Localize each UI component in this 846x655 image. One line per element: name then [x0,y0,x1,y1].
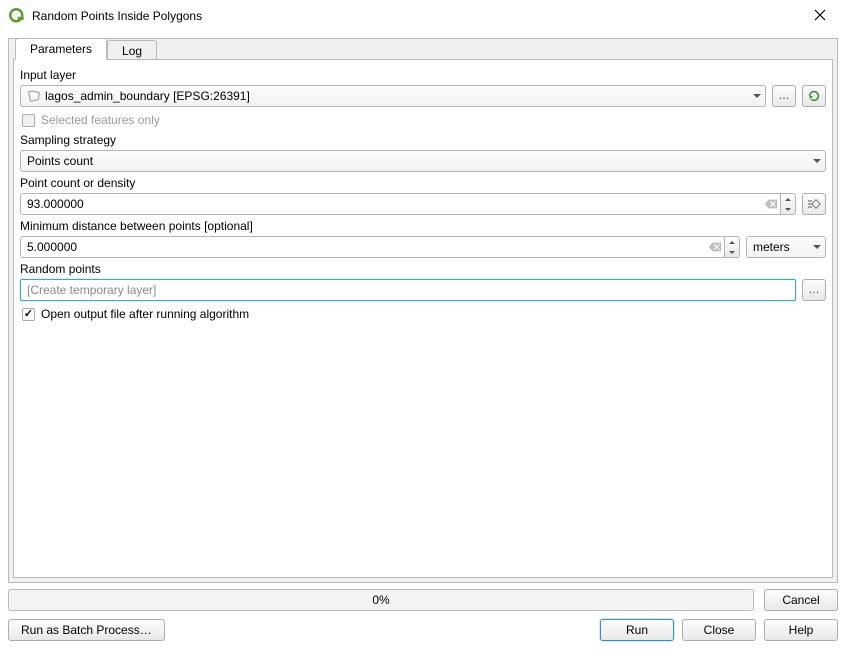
point-count-data-defined-button[interactable] [802,193,826,215]
close-button[interactable]: Close [682,619,756,641]
window-close-button[interactable] [804,9,836,23]
output-path-input[interactable]: [Create temporary layer] [20,279,796,301]
dialog-footer: 0% Cancel Run as Batch Process… Run Clos… [8,589,838,647]
label-min-distance: Minimum distance between points [optiona… [20,219,826,233]
qgis-icon [8,7,26,25]
input-layer-select[interactable]: lagos_admin_boundary [EPSG:26391] [20,85,766,107]
output-browse-button[interactable]: … [802,279,826,301]
polygon-icon [27,90,41,102]
input-layer-iterate-button[interactable] [802,85,826,107]
min-distance-clear-icon[interactable] [708,236,724,258]
label-sampling-strategy: Sampling strategy [20,133,826,147]
input-layer-browse-button[interactable]: … [772,85,796,107]
min-distance-input[interactable]: 5.000000 [20,236,740,258]
parameters-panel: Input layer lagos_admin_boundary [EPSG:2… [13,59,833,578]
chevron-down-icon [753,94,761,98]
point-count-value: 93.000000 [27,197,84,211]
tab-parameters[interactable]: Parameters [15,38,107,60]
label-random-points: Random points [20,262,826,276]
point-count-clear-icon[interactable] [764,193,780,215]
sampling-strategy-select[interactable]: Points count [20,150,826,172]
window-title: Random Points Inside Polygons [32,9,804,23]
help-button[interactable]: Help [764,619,838,641]
output-placeholder: [Create temporary layer] [27,283,156,297]
distance-unit-value: meters [753,240,790,254]
tab-bar: Parameters Log [15,38,157,60]
dialog-panel: Parameters Log Input layer lagos_admin_b… [8,38,838,583]
input-layer-value: lagos_admin_boundary [EPSG:26391] [45,89,250,103]
min-distance-value: 5.000000 [27,240,77,254]
tab-log[interactable]: Log [107,40,157,59]
selected-features-checkbox [22,114,35,127]
point-count-spinner[interactable] [780,193,796,215]
label-input-layer: Input layer [20,68,826,82]
progress-bar: 0% [8,589,754,611]
run-button[interactable]: Run [600,619,674,641]
min-distance-spinner[interactable] [724,236,740,258]
chevron-down-icon [813,159,821,163]
cancel-button[interactable]: Cancel [764,589,838,611]
label-selected-features: Selected features only [41,113,160,127]
point-count-input[interactable]: 93.000000 [20,193,796,215]
progress-value: 0% [372,593,389,607]
label-open-output: Open output file after running algorithm [41,307,249,321]
open-output-checkbox[interactable] [22,308,35,321]
titlebar: Random Points Inside Polygons [0,0,846,30]
chevron-down-icon [813,245,821,249]
distance-unit-select[interactable]: meters [746,236,826,258]
run-batch-button[interactable]: Run as Batch Process… [8,619,165,641]
label-point-count: Point count or density [20,176,826,190]
sampling-strategy-value: Points count [27,154,93,168]
